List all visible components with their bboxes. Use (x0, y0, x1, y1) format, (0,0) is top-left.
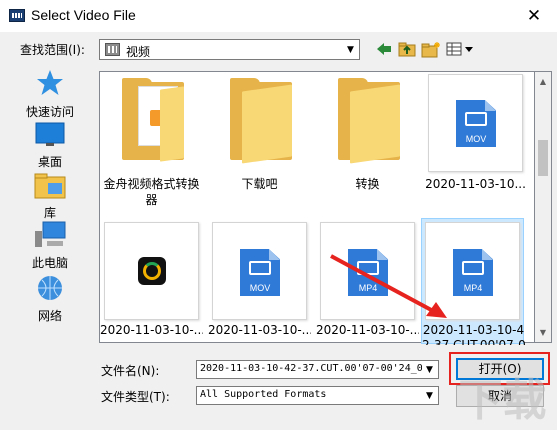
file-name: 2020-11-03-10-... (100, 323, 203, 337)
filetype-value: All Supported Formats (200, 389, 327, 400)
place-library[interactable]: 库 (17, 171, 83, 221)
library-icon (34, 173, 66, 199)
file-name-line2: 器 (145, 193, 158, 207)
watermark: 下载吧 (458, 375, 547, 430)
chevron-down-icon[interactable]: ▼ (421, 387, 438, 404)
video-folder-icon (105, 43, 120, 56)
file-name: 下载吧 (241, 177, 278, 191)
chevron-down-icon[interactable]: ▼ (421, 361, 438, 378)
scroll-up-icon[interactable]: ▲ (535, 73, 551, 90)
file-item[interactable]: 2020-11-03-10-... (100, 218, 203, 344)
place-label: 桌面 (37, 155, 62, 169)
filetype-label: 文件类型(T): (101, 390, 170, 404)
file-name: 转换 (355, 177, 380, 191)
new-folder-icon (421, 41, 440, 57)
places-bar: 快速访问 桌面 库 此电脑 网络 (17, 66, 83, 348)
scroll-down-icon[interactable]: ▼ (535, 324, 551, 341)
file-name: 2020-11-03-10-... (316, 323, 419, 337)
window-title: Select Video File (31, 7, 136, 23)
up-folder-button[interactable] (397, 40, 417, 58)
new-folder-button[interactable] (421, 40, 441, 58)
place-label: 库 (43, 206, 56, 220)
folder-icon (230, 78, 292, 164)
file-name: 2020-11-03-10... (425, 177, 526, 191)
file-item[interactable]: 转换 (316, 72, 419, 212)
annotation-arrow-icon (330, 254, 447, 318)
file-item[interactable]: MOV 2020-11-03-10-... (208, 218, 311, 344)
title-bar: Select Video File ✕ (0, 0, 557, 32)
vertical-scrollbar[interactable]: ▲ ▼ (535, 71, 552, 343)
network-icon (38, 276, 62, 300)
place-label: 快速访问 (25, 105, 74, 119)
view-menu-button[interactable] (445, 40, 475, 58)
file-list[interactable]: 金舟视频格式转换 器 下载吧 转换 MOV 2020-11-03-10... 2… (99, 71, 535, 345)
place-this-pc[interactable]: 此电脑 (17, 221, 83, 271)
desktop-icon (35, 122, 65, 146)
file-item[interactable]: 下载吧 (208, 72, 311, 212)
filetype-select[interactable]: All Supported Formats ▼ (196, 386, 439, 405)
place-label: 此电脑 (31, 256, 68, 270)
place-quick-access[interactable]: 快速访问 (17, 68, 83, 120)
close-button[interactable]: ✕ (511, 0, 557, 32)
filename-input[interactable]: 2020-11-03-10-42-37.CUT.00'07-00'24_00 ▼ (196, 360, 439, 379)
filename-label: 文件名(N): (101, 364, 160, 378)
folder-icon (338, 78, 400, 164)
chevron-down-icon[interactable]: ▼ (342, 40, 359, 59)
scroll-thumb[interactable] (538, 140, 548, 176)
star-icon (37, 70, 63, 95)
lookin-label: 查找范围(I): (20, 43, 85, 57)
app-logo-icon (138, 257, 166, 285)
video-camera-icon (462, 261, 484, 275)
computer-icon (35, 221, 66, 247)
file-item[interactable]: 金舟视频格式转换 器 (100, 72, 203, 212)
up-folder-icon (398, 42, 416, 57)
mov-file-thumbnail: MOV (212, 222, 307, 320)
video-camera-icon (249, 261, 271, 275)
lookin-value: 视频 (126, 45, 151, 59)
filename-value: 2020-11-03-10-42-37.CUT.00'07-00'24_00 (200, 363, 422, 374)
video-camera-icon (465, 112, 487, 126)
file-name: 金舟视频格式转换 (103, 177, 200, 191)
mov-file-thumbnail: MOV (428, 74, 523, 172)
place-desktop[interactable]: 桌面 (17, 122, 83, 170)
place-label: 网络 (37, 309, 62, 323)
app-file-thumbnail (104, 222, 199, 320)
file-name-line2: 2-37.CUT.00'07-0 (422, 338, 525, 345)
place-network[interactable]: 网络 (17, 274, 83, 324)
file-name: 2020-11-03-10-... (208, 323, 311, 337)
back-button[interactable] (375, 40, 393, 58)
view-grid-icon (446, 42, 473, 56)
file-item[interactable]: MOV 2020-11-03-10... (424, 72, 527, 212)
app-icon (9, 9, 25, 22)
back-arrow-icon (377, 43, 391, 55)
folder-icon (122, 78, 184, 162)
lookin-dropdown[interactable]: 视频 ▼ (99, 39, 360, 60)
